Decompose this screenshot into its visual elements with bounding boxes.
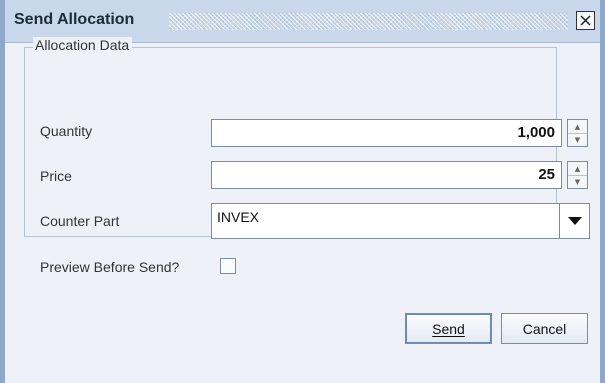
chevron-up-icon: ▲ — [574, 122, 581, 131]
preview-label: Preview Before Send? — [40, 259, 180, 275]
chevron-down-icon: ▼ — [574, 177, 581, 186]
price-label: Price — [40, 168, 72, 184]
send-button-label: Send — [432, 320, 465, 337]
group-legend: Allocation Data — [33, 37, 133, 53]
counter-part-dropdown-button[interactable] — [559, 204, 589, 238]
send-allocation-dialog: Send Allocation Allocation Data Quantity… — [0, 0, 605, 383]
chevron-down-icon: ▼ — [574, 135, 581, 144]
counter-part-selected: INVEX — [217, 209, 260, 225]
window-title: Send Allocation — [14, 11, 135, 28]
cancel-button[interactable]: Cancel — [501, 313, 588, 344]
price-increment-button[interactable]: ▲ — [568, 162, 587, 176]
quantity-spinner[interactable]: ▲ ▼ — [567, 119, 588, 147]
title-bar-drag-area[interactable] — [169, 13, 568, 30]
chevron-up-icon: ▲ — [574, 164, 581, 173]
send-button[interactable]: Send — [405, 313, 492, 344]
close-x-icon — [580, 15, 591, 26]
dropdown-arrow-icon — [567, 217, 582, 225]
close-button[interactable] — [576, 11, 595, 30]
cancel-button-label: Cancel — [522, 320, 567, 337]
quantity-value: 1,000 — [517, 124, 555, 141]
counter-part-combobox[interactable]: INVEX — [211, 203, 590, 239]
price-spinner[interactable]: ▲ ▼ — [567, 161, 588, 189]
quantity-label: Quantity — [40, 123, 93, 139]
price-field[interactable]: 25 — [211, 161, 562, 189]
quantity-decrement-button[interactable]: ▼ — [568, 133, 587, 146]
quantity-increment-button[interactable]: ▲ — [568, 120, 587, 134]
preview-checkbox[interactable] — [220, 258, 236, 274]
price-decrement-button[interactable]: ▼ — [568, 175, 587, 188]
counter-part-label: Counter Part — [40, 213, 120, 229]
price-value: 25 — [538, 166, 555, 183]
quantity-field[interactable]: 1,000 — [211, 119, 562, 147]
